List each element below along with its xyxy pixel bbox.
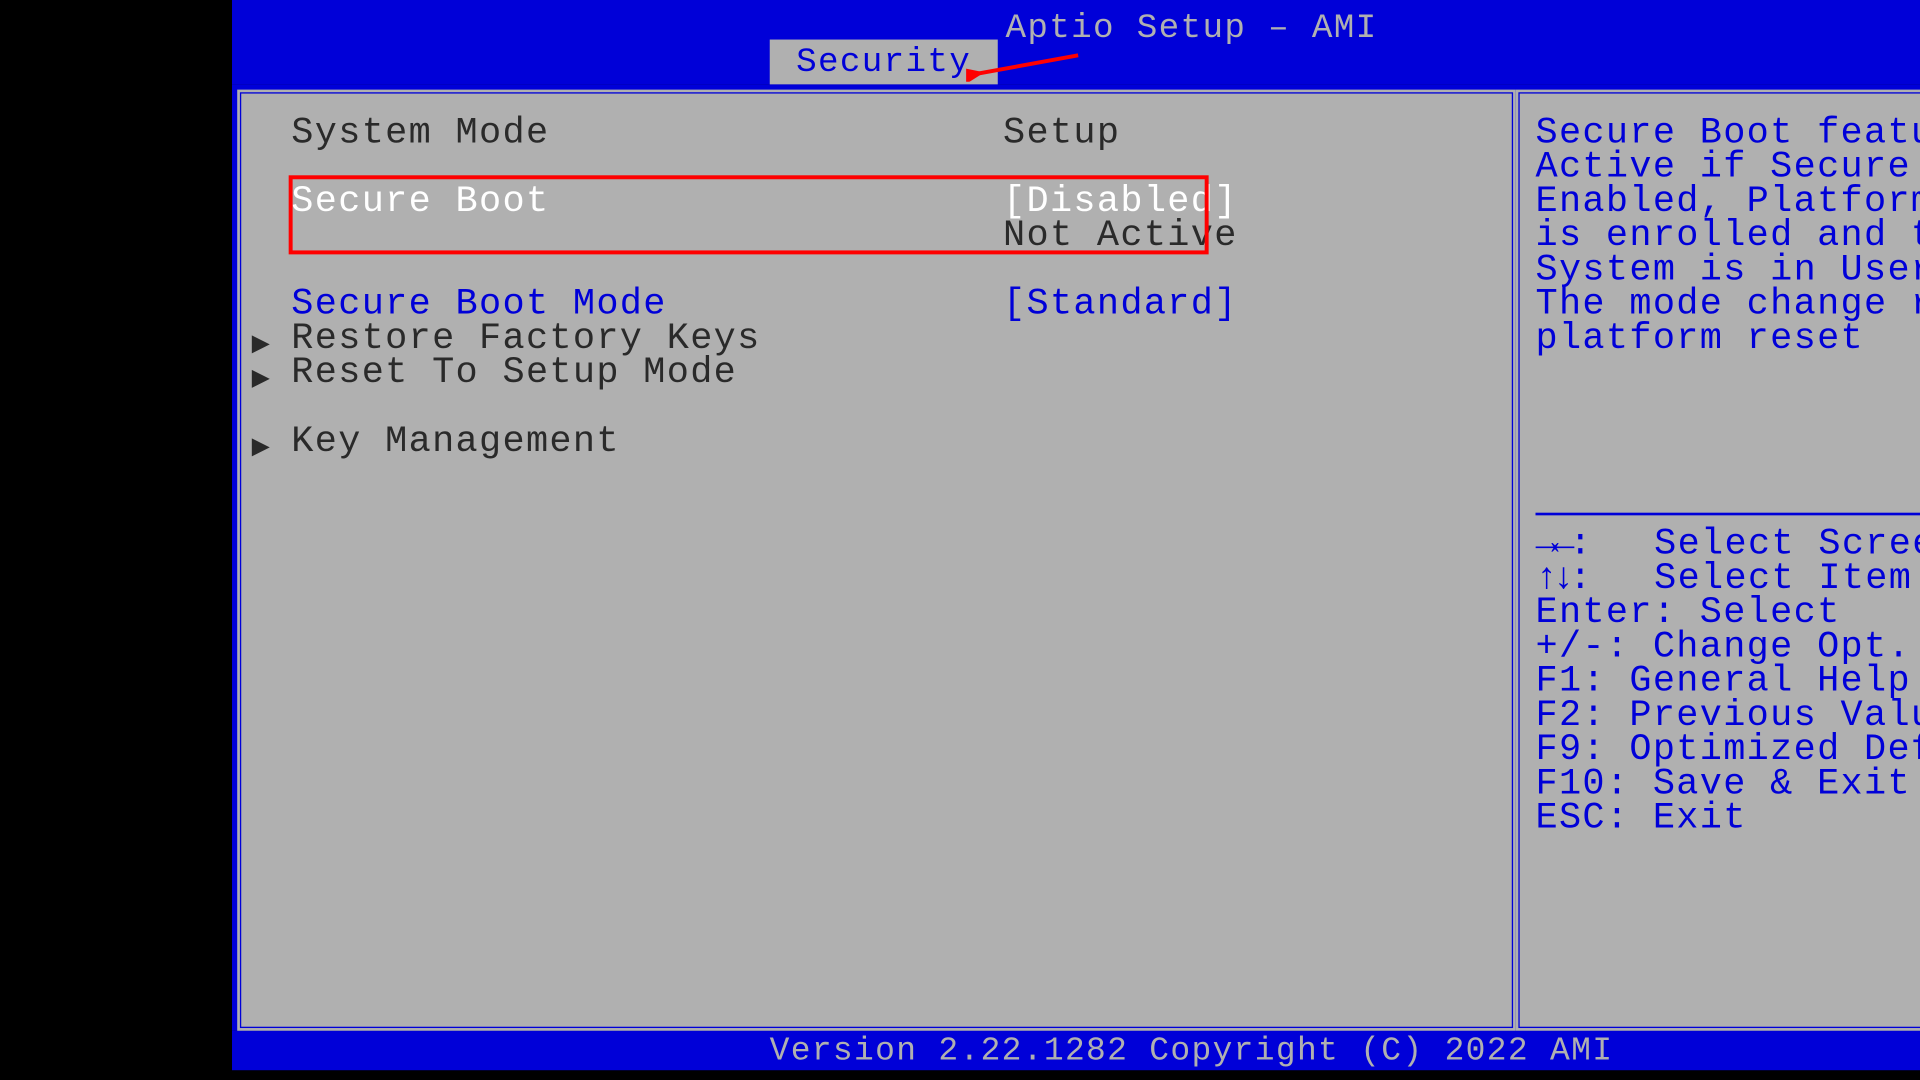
secure-boot-label: Secure Boot (291, 186, 1003, 220)
system-mode-value: Setup (1003, 117, 1120, 151)
tab-security[interactable]: Security (770, 40, 998, 85)
key-select-item: ↑↓: Select Item (1536, 563, 1920, 597)
key-change-opt: +/-: Change Opt. (1536, 631, 1920, 665)
help-divider (1536, 513, 1920, 516)
setup-title: Aptio Setup – AMI (232, 0, 1920, 47)
system-mode-label: System Mode (291, 117, 1003, 151)
row-system-mode: System Mode Setup (252, 117, 1501, 151)
secure-boot-value: [Disabled] (1003, 186, 1238, 220)
body-area: System Mode Setup Secure Boot [Disabled]… (232, 84, 1920, 1030)
key-f1: F1: General Help (1536, 666, 1920, 700)
row-reset-setup-mode[interactable]: Reset To Setup Mode (252, 357, 1501, 391)
secure-boot-mode-value: [Standard] (1003, 289, 1238, 323)
help-panel: Secure Boot feature is Active if Secure … (1516, 90, 1920, 1031)
header-bar: Aptio Setup – AMI Security (232, 0, 1920, 84)
key-select-screen: →←: Select Screen (1536, 529, 1920, 563)
footer-bar: Version 2.22.1282 Copyright (C) 2022 AMI (232, 1031, 1920, 1071)
row-secure-boot-status: Not Active (252, 220, 1501, 254)
row-secure-boot-mode[interactable]: Secure Boot Mode [Standard] (252, 289, 1501, 323)
help-text: Secure Boot feature is Active if Secure … (1536, 117, 1920, 357)
key-f2: F2: Previous Values (1536, 700, 1920, 734)
key-enter: Enter: Select (1536, 597, 1920, 631)
secure-boot-mode-label: Secure Boot Mode (291, 289, 1003, 323)
restore-keys-label: Restore Factory Keys (291, 323, 1003, 357)
row-secure-boot[interactable]: Secure Boot [Disabled] (252, 186, 1501, 220)
bios-setup-screen: Aptio Setup – AMI Security System Mode S… (232, 0, 1920, 1075)
settings-panel: System Mode Setup Secure Boot [Disabled]… (237, 90, 1515, 1031)
footer-text: Version 2.22.1282 Copyright (C) 2022 AMI (770, 1032, 1614, 1070)
key-f9: F9: Optimized Defaults (1536, 734, 1920, 768)
reset-setup-label: Reset To Setup Mode (291, 357, 1003, 391)
secure-boot-status: Not Active (1003, 220, 1238, 254)
key-f10: F10: Save & Exit (1536, 768, 1920, 802)
key-esc: ESC: Exit (1536, 803, 1920, 837)
row-restore-factory-keys[interactable]: Restore Factory Keys (252, 323, 1501, 357)
key-legend: →←: Select Screen ↑↓: Select Item Enter:… (1536, 529, 1920, 837)
row-key-management[interactable]: Key Management (252, 426, 1501, 460)
key-mgmt-label: Key Management (291, 426, 1003, 460)
